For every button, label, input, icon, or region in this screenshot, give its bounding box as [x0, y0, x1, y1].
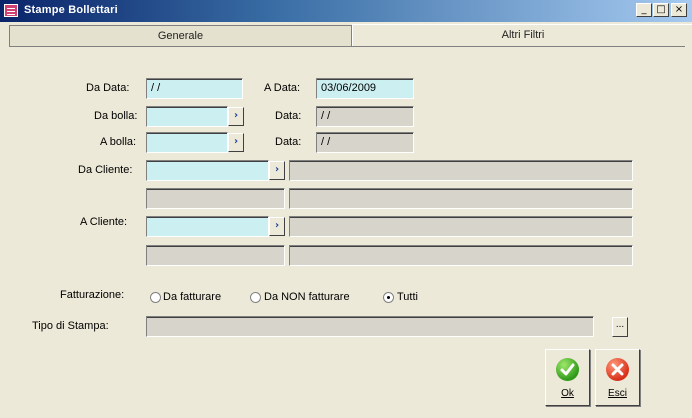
da-cliente-address-field[interactable]	[289, 188, 633, 209]
a-bolla-field[interactable]	[146, 132, 228, 153]
ok-button-label: Ok	[561, 388, 574, 399]
radio-da-non-fatturare-label[interactable]: Da NON fatturare	[264, 291, 350, 303]
da-bolla-data-field[interactable]: / /	[316, 106, 414, 127]
da-data-field[interactable]: / /	[146, 78, 243, 99]
a-cliente-label: A Cliente:	[80, 216, 128, 228]
radio-da-fatturare-label[interactable]: Da fatturare	[163, 291, 221, 303]
a-cliente-code-field[interactable]	[146, 216, 269, 237]
da-data-value: / /	[151, 82, 161, 94]
da-bolla-data-value: / /	[321, 110, 331, 122]
close-button[interactable]: ×	[671, 3, 687, 17]
da-cliente-extra-field[interactable]	[146, 188, 285, 209]
tipo-stampa-label: Tipo di Stampa:	[32, 320, 109, 332]
da-bolla-data-label: Data:	[275, 110, 302, 122]
tab-generale[interactable]: Generale	[9, 25, 352, 47]
esci-button[interactable]: Esci	[595, 349, 640, 406]
a-cliente-name-field[interactable]	[289, 216, 633, 237]
esci-button-label: Esci	[608, 388, 627, 399]
a-data-label: A Data:	[264, 82, 301, 94]
a-cliente-address-field[interactable]	[289, 245, 633, 266]
da-cliente-label: Da Cliente:	[78, 164, 133, 176]
tab-altri-filtri[interactable]: Altri Filtri	[352, 24, 692, 47]
a-cliente-extra-field[interactable]	[146, 245, 285, 266]
tipo-stampa-browse-button[interactable]: ...	[612, 317, 628, 337]
app-icon	[4, 4, 18, 17]
a-bolla-data-value: / /	[321, 136, 331, 148]
radio-tutti-label[interactable]: Tutti	[397, 291, 418, 303]
a-bolla-data-field[interactable]: / /	[316, 132, 414, 153]
da-bolla-field[interactable]	[146, 106, 228, 127]
ok-button[interactable]: Ok	[545, 349, 590, 406]
da-bolla-label: Da bolla:	[94, 110, 138, 122]
da-cliente-lookup-button[interactable]: ›	[269, 161, 285, 180]
check-icon	[556, 358, 579, 381]
maximize-button[interactable]: □	[653, 3, 669, 17]
da-data-label: Da Data:	[86, 82, 130, 94]
a-bolla-label: A bolla:	[100, 136, 137, 148]
a-cliente-lookup-button[interactable]: ›	[269, 217, 285, 236]
da-cliente-code-field[interactable]	[146, 160, 269, 181]
da-cliente-name-field[interactable]	[289, 160, 633, 181]
radio-tutti[interactable]	[383, 292, 394, 303]
minimize-button[interactable]: _	[636, 3, 652, 17]
a-bolla-data-label: Data:	[275, 136, 302, 148]
a-bolla-lookup-button[interactable]: ›	[228, 133, 244, 152]
fatturazione-label: Fatturazione:	[60, 289, 125, 301]
a-data-value: 03/06/2009	[321, 82, 377, 94]
da-bolla-lookup-button[interactable]: ›	[228, 107, 244, 126]
tab-panel-border	[9, 46, 685, 47]
window-title: Stampe Bollettari	[24, 4, 118, 16]
radio-da-fatturare[interactable]	[150, 292, 161, 303]
radio-da-non-fatturare[interactable]	[250, 292, 261, 303]
title-bar[interactable]: Stampe Bollettari _ □ ×	[0, 0, 692, 22]
a-data-field[interactable]: 03/06/2009	[316, 78, 414, 99]
close-x-icon	[606, 358, 629, 381]
stampe-bollettari-window: Stampe Bollettari _ □ × Generale Altri F…	[0, 0, 692, 418]
tipo-stampa-field[interactable]	[146, 316, 594, 337]
